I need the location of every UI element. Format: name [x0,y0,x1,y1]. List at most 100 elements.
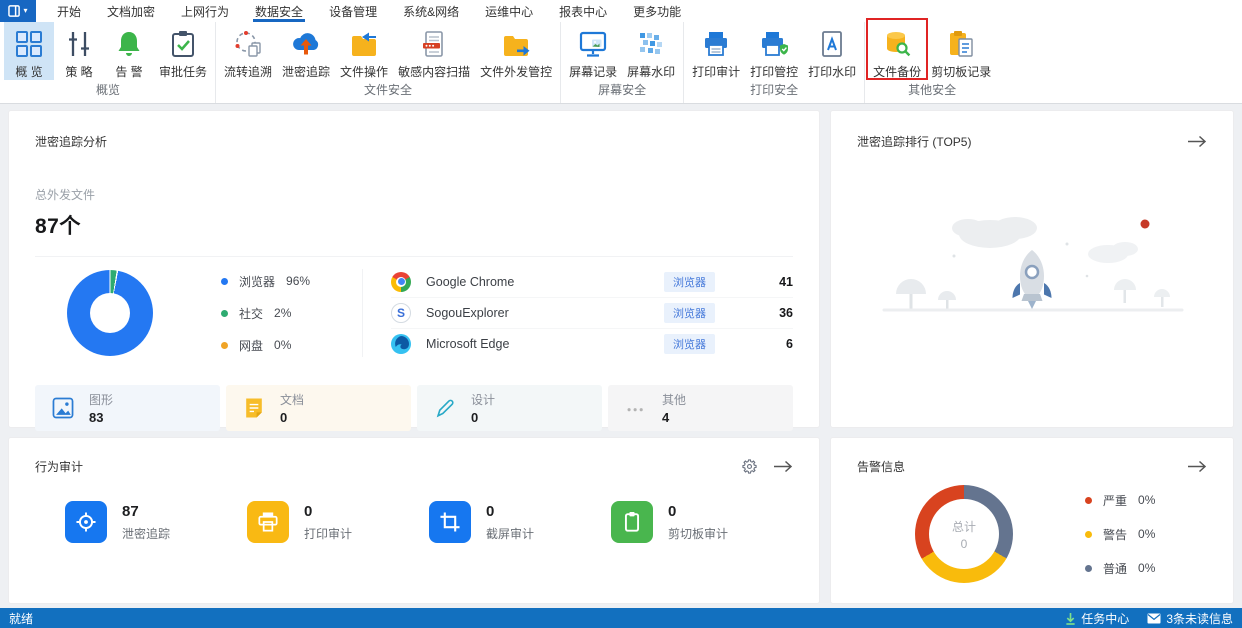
download-arrow-icon [1066,612,1075,625]
card-value: 0 [280,410,288,425]
ribbon-item-leak-trace[interactable]: 泄密追踪 [277,22,335,80]
stat-screenshot-audit[interactable]: 0 截屏审计 [429,501,611,543]
ribbon-group-label: 概览 [96,83,121,97]
legend-item: 社交 2% [221,305,310,322]
menu-item-doc-encrypt[interactable]: 文档加密 [94,0,168,22]
panel-title: 泄密追踪分析 [35,135,108,149]
card-label: 其他 [662,393,687,407]
ribbon-item-alerts[interactable]: 告 警 [104,22,154,80]
ribbon-item-file-backup[interactable]: 文件备份 [866,18,929,80]
legend-dot [1085,496,1092,504]
trace-cycle-icon [235,31,261,57]
card-documents[interactable]: 文档 0 [226,385,411,431]
card-graphics[interactable]: 图形 83 [35,385,220,431]
alert-total-value: 0 [960,536,968,551]
panel-title: 行为审计 [35,460,84,474]
ribbon-item-outgoing-control[interactable]: 文件外发管控 [475,22,557,80]
divider [362,269,364,357]
list-item[interactable]: S SogouExplorer 浏览器 36 [391,298,793,329]
panel-leak-analysis: 泄密追踪分析 总外发文件 87个 浏览器 96% 社交 2% 网盘 0% Google… [8,110,820,431]
sogou-icon: S [391,302,412,323]
app-menu-button[interactable]: ▾ [0,0,36,22]
card-design[interactable]: 设计 0 [417,385,602,431]
ribbon-item-screen-record[interactable]: 屏幕记录 [564,22,622,80]
ribbon-group-screen-security: 屏幕记录 屏幕水印 屏幕安全 [561,22,685,103]
printer-icon [247,501,289,543]
mosaic-icon [640,33,663,54]
menu-item-start[interactable]: 开始 [44,0,94,22]
stat-print-audit[interactable]: 0 打印审计 [247,501,429,543]
ribbon-group-file-security: 流转追溯 泄密追踪 文件操作 敏感内容扫描 文件外发管控 文件安全 [216,22,562,103]
app-tag-badge: 浏览器 [664,302,715,323]
menu-item-device-mgmt[interactable]: 设备管理 [316,0,390,22]
menu-item-data-security[interactable]: 数据安全 [242,0,316,22]
ribbon-item-flow-trace[interactable]: 流转追溯 [219,22,277,80]
status-ready-text: 就绪 [9,611,34,626]
card-value: 4 [662,410,670,425]
ribbon-item-overview[interactable]: 概 览 [4,22,54,80]
crop-icon [429,501,471,543]
ribbon-item-print-watermark[interactable]: 打印水印 [803,22,861,80]
note-icon [246,398,262,418]
arrow-right-icon[interactable] [773,460,793,473]
ribbon-item-label: 流转追溯 [224,65,273,79]
ribbon-item-file-ops[interactable]: 文件操作 [335,22,393,80]
list-item[interactable]: Microsoft Edge 浏览器 6 [391,329,793,360]
menu-item-system-network[interactable]: 系统&网络 [390,0,472,22]
ribbon-item-label: 文件外发管控 [480,65,553,79]
folder-export-icon [504,36,530,56]
ribbon-item-clipboard-record[interactable]: 剪切板记录 [926,22,996,80]
menu-item-ops-center[interactable]: 运维中心 [472,0,546,22]
legend-value: 0% [1138,493,1156,507]
menu-item-more[interactable]: 更多功能 [620,0,694,22]
task-center-button[interactable]: 任务中心 [1065,610,1129,627]
arrow-right-icon[interactable] [1187,460,1207,473]
task-center-label: 任务中心 [1081,611,1130,626]
target-icon [65,501,107,543]
ribbon-group-label: 屏幕安全 [598,83,647,97]
app-count: 41 [779,274,793,289]
stat-value: 0 [668,502,677,520]
panel-alerts: 告警信息 总计 0 严重 0% 警告 0% 普通 0% [830,437,1234,604]
chrome-icon [391,271,412,292]
legend-item: 警告 0% [1085,526,1155,543]
arrow-right-icon[interactable] [1187,135,1207,148]
menu-item-web-behavior[interactable]: 上网行为 [168,0,242,22]
list-item[interactable]: Google Chrome 浏览器 41 [391,267,793,298]
stat-value: 0 [304,502,313,520]
unread-messages-button[interactable]: 3条未读信息 [1147,610,1233,627]
stat-label: 截屏审计 [486,526,535,541]
ribbon-item-sensitive-scan[interactable]: 敏感内容扫描 [393,22,475,80]
legend-item: 普通 0% [1085,560,1155,577]
ribbon-item-label: 概 览 [15,65,43,79]
ribbon-item-policy[interactable]: 策 略 [54,22,104,80]
gear-icon[interactable] [742,459,757,474]
card-other[interactable]: 其他 4 [608,385,793,431]
legend-value: 96% [286,274,311,288]
card-label: 文档 [280,393,305,407]
total-files-value: 87个 [35,215,81,238]
alert-legend: 严重 0% 警告 0% 普通 0% [1085,492,1155,577]
legend-label: 严重 [1103,493,1128,508]
ribbon-item-print-audit[interactable]: 打印审计 [687,22,745,80]
grid-icon [16,31,42,57]
monitor-icon [579,31,607,57]
legend-item: 严重 0% [1085,492,1155,509]
ribbon-item-approval-tasks[interactable]: 审批任务 [154,22,212,80]
ribbon-toolbar: 概 览 策 略 告 警 审批任务 概览 流转追溯 泄密追踪 文件操作 敏感内容扫… [0,18,1242,104]
stat-leak-trace[interactable]: 87 泄密追踪 [65,501,247,543]
ribbon-item-screen-watermark[interactable]: 屏幕水印 [622,22,680,80]
clipboard-doc-icon [950,31,973,57]
sliders-icon [69,32,89,56]
ribbon-item-label: 打印管控 [750,65,799,79]
legend-label: 警告 [1103,527,1128,542]
clipboard-icon [611,501,653,543]
app-count: 36 [779,305,793,320]
menu-item-report-center[interactable]: 报表中心 [546,0,620,22]
bell-icon [118,32,140,56]
printer-icon [705,32,728,56]
ribbon-group-label: 文件安全 [364,83,413,97]
ribbon-item-print-control[interactable]: 打印管控 [745,22,803,80]
stat-label: 剪切板审计 [668,526,729,541]
stat-clipboard-audit[interactable]: 0 剪切板审计 [611,501,793,543]
